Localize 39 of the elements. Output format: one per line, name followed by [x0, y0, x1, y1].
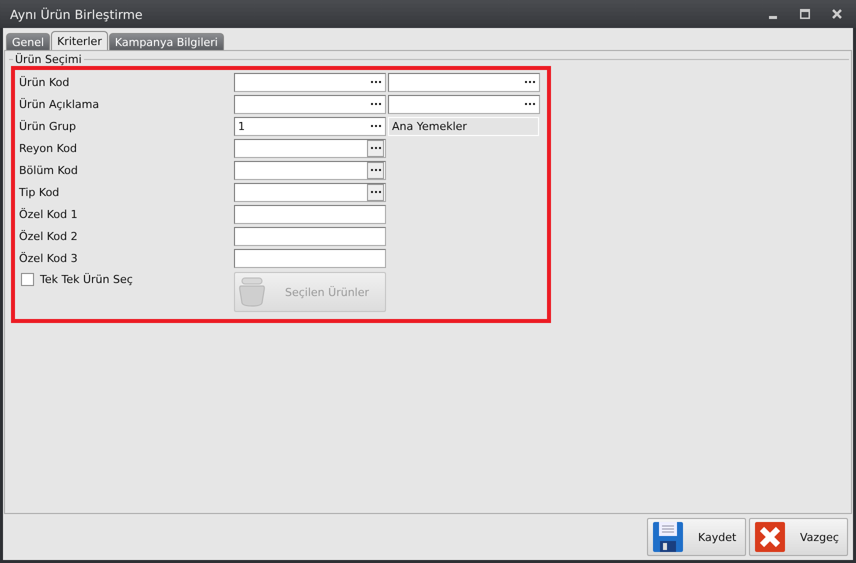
field-label: Özel Kod 2: [19, 230, 79, 242]
ellipsis-button[interactable]: [367, 184, 384, 200]
field-label: Özel Kod 1: [19, 208, 79, 220]
ellipsis-icon: [370, 146, 380, 150]
ellipsis-button[interactable]: [367, 162, 384, 178]
ellipsis-icon: [370, 190, 380, 194]
field-label: Tip Kod: [19, 186, 60, 198]
maximize-icon[interactable]: [800, 9, 810, 19]
tab[interactable]: Kriterler: [51, 31, 108, 50]
checkbox-label: Tek Tek Ürün Seç: [40, 273, 133, 286]
ellipsis-button[interactable]: [367, 140, 384, 156]
field-label: Ürün Kod: [19, 76, 70, 88]
window-title: Aynı Ürün Birleştirme: [10, 6, 143, 22]
input-field[interactable]: [234, 182, 386, 202]
description-field: Ana Yemekler: [388, 116, 539, 136]
input-field[interactable]: [234, 94, 386, 114]
field-label: Özel Kod 3: [19, 252, 79, 264]
input-field[interactable]: [234, 138, 386, 158]
input-field[interactable]: [388, 72, 540, 92]
input-field[interactable]: [234, 248, 386, 268]
tab[interactable]: Genel: [6, 33, 50, 50]
close-icon[interactable]: [832, 9, 842, 19]
field-label: Ürün Açıklama: [19, 98, 100, 110]
input-field[interactable]: [234, 72, 386, 92]
group-title: Ürün Seçimi: [14, 53, 83, 66]
close-icon: [754, 521, 786, 553]
ellipsis-icon: [370, 168, 380, 172]
field-label: Reyon Kod: [19, 142, 78, 154]
jar-icon: [239, 277, 265, 307]
field-label: Ürün Grup: [19, 120, 78, 132]
save-button[interactable]: Kaydet: [647, 518, 746, 556]
input-field[interactable]: [234, 204, 386, 224]
input-field[interactable]: [234, 226, 386, 246]
input-field[interactable]: [234, 160, 386, 180]
tab[interactable]: Kampanya Bilgileri: [108, 33, 224, 50]
input-field[interactable]: 1: [234, 116, 386, 136]
field-label: Bölüm Kod: [19, 164, 79, 176]
cancel-button[interactable]: Vazgeç: [749, 518, 848, 556]
input-field[interactable]: [388, 94, 540, 114]
